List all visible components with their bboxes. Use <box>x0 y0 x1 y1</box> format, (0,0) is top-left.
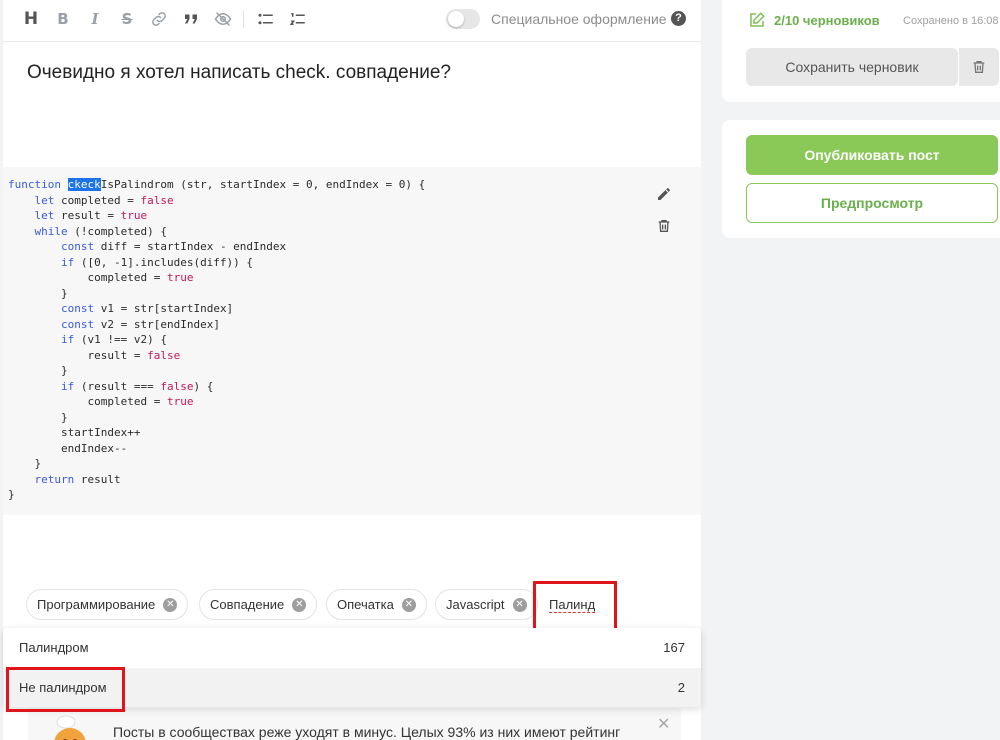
link-button[interactable] <box>148 8 170 30</box>
highlight-box <box>533 581 617 632</box>
remove-tag-icon[interactable]: ✕ <box>163 597 178 612</box>
selected-text: ckeck <box>67 178 101 191</box>
bold-button[interactable]: B <box>52 8 74 30</box>
trash-icon <box>658 220 670 232</box>
italic-button[interactable]: I <box>84 8 106 30</box>
code-line: } <box>8 364 68 377</box>
code-line: function ckeckIsPalindrom (str, startInd… <box>8 178 426 191</box>
strikethrough-button[interactable]: S <box>116 8 138 30</box>
highlight-box <box>6 667 125 712</box>
code-block[interactable]: function ckeckIsPalindrom (str, startInd… <box>3 167 701 515</box>
suggestion-label: Палиндром <box>19 640 89 655</box>
publish-button[interactable]: Опубликовать пост <box>746 135 998 175</box>
code-line: let result = true <box>34 209 148 222</box>
code-line: return result <box>34 472 121 486</box>
draft-count[interactable]: 2/10 черновиков <box>774 13 880 28</box>
tag-chip: Опечатка ✕ <box>326 589 427 620</box>
tag-chip: Программирование ✕ <box>26 589 189 620</box>
tag-label: Совпадение <box>210 597 285 612</box>
code-line: const v2 = str[endIndex] <box>60 317 220 331</box>
tag-label: Программирование <box>37 597 156 612</box>
post-text-paragraph[interactable]: Очевидно я хотел написать check. совпаде… <box>27 62 451 84</box>
code-line: if ([0, -1].includes(diff)) { <box>60 255 254 269</box>
suggestion-count: 2 <box>677 680 685 695</box>
notice-text: Посты в сообществах реже уходят в минус.… <box>113 724 621 740</box>
suggestion-count: 167 <box>663 640 685 655</box>
preview-button[interactable]: Предпросмотр <box>746 183 998 223</box>
code-line: startIndex++ <box>8 426 141 439</box>
link-icon <box>152 12 166 26</box>
remove-tag-icon[interactable]: ✕ <box>401 597 416 612</box>
remove-tag-icon[interactable]: ✕ <box>512 597 527 612</box>
code-line: if (result === false) { <box>60 379 214 393</box>
numbered-list-button[interactable] <box>287 8 309 30</box>
code-line: const v1 = str[startIndex] <box>60 302 234 315</box>
tag-chip: Совпадение ✕ <box>199 589 318 620</box>
edit-code-button[interactable] <box>654 184 674 204</box>
toolbar-divider <box>243 10 244 28</box>
code-line: let completed = false <box>34 193 174 207</box>
remove-tag-icon[interactable]: ✕ <box>292 597 307 612</box>
code-line: endIndex-- <box>8 441 128 455</box>
code-line: } <box>8 488 15 501</box>
edit-draft-icon <box>750 12 765 27</box>
quote-icon <box>185 14 197 24</box>
tag-label: Опечатка <box>337 597 394 612</box>
close-icon[interactable]: ✕ <box>657 714 670 734</box>
mascot-icon <box>54 715 86 740</box>
special-design-label: Специальное оформление <box>491 11 667 27</box>
eye-off-icon <box>214 12 232 26</box>
tag-label: Javascript <box>446 597 505 612</box>
editor-toolbar: H B I S Специальное оформление ? <box>3 0 701 42</box>
delete-draft-button[interactable] <box>959 48 999 86</box>
suggestion-item[interactable]: Палиндром 167 <box>3 628 701 667</box>
saved-timestamp: Сохранено в 16:08 <box>903 15 999 27</box>
tag-chip: Javascript ✕ <box>435 589 538 620</box>
code-line: if (v1 !== v2) { <box>60 333 167 346</box>
publish-card: Опубликовать пост Предпросмотр <box>722 120 1000 238</box>
drafts-card: 2/10 черновиков Сохранено в 16:08 Сохран… <box>722 0 1000 102</box>
quote-button[interactable] <box>180 8 202 30</box>
code-line: } <box>8 457 42 470</box>
trash-icon <box>973 61 985 73</box>
help-icon[interactable]: ? <box>671 11 686 26</box>
pencil-icon <box>658 188 670 200</box>
heading-button[interactable]: H <box>20 8 42 30</box>
bullet-list-icon <box>258 13 273 25</box>
delete-code-button[interactable] <box>654 216 674 236</box>
special-design-toggle[interactable] <box>446 9 480 29</box>
code-line: } <box>8 410 68 424</box>
code-line: const diff = startIndex - endIndex <box>60 240 287 253</box>
code-content[interactable]: function ckeckIsPalindrom (str, startInd… <box>8 177 425 503</box>
code-line: while (!completed) { <box>34 224 167 238</box>
community-notice: Посты в сообществах реже уходят в минус.… <box>28 708 681 740</box>
code-line: result = false <box>8 348 181 362</box>
code-line: } <box>8 286 68 300</box>
save-draft-button[interactable]: Сохранить черновик <box>746 48 958 86</box>
code-line: completed = true <box>8 395 194 408</box>
bullet-list-button[interactable] <box>255 8 277 30</box>
code-line: completed = true <box>8 271 194 284</box>
spoiler-button[interactable] <box>212 8 234 30</box>
numbered-list-icon <box>289 13 305 25</box>
